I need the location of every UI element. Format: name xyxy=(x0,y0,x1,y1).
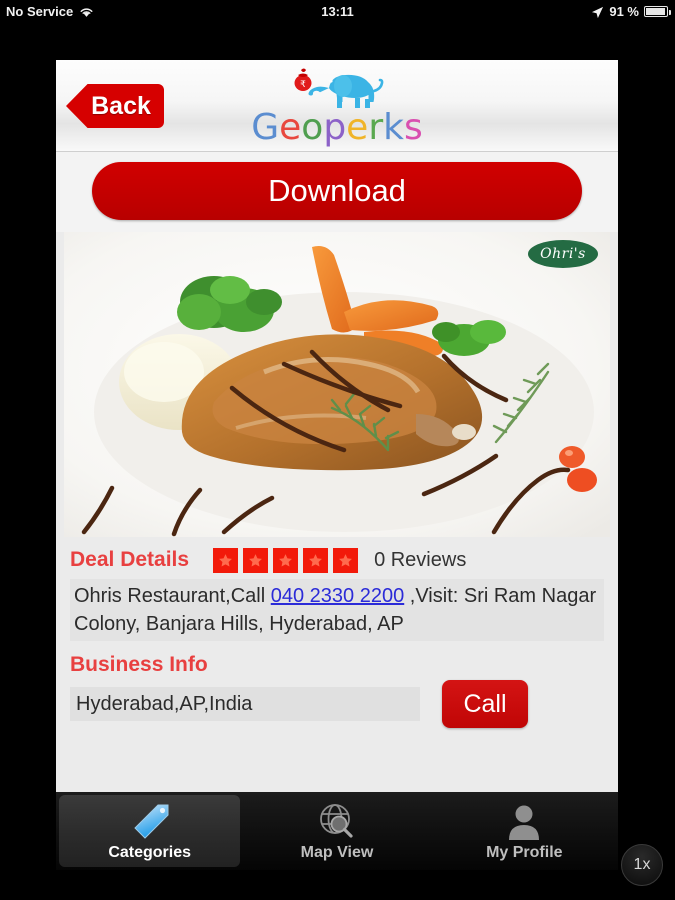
reviews-count-label: 0 Reviews xyxy=(374,548,467,571)
battery-icon xyxy=(644,5,671,17)
location-arrow-icon xyxy=(591,6,604,19)
ohris-brand-badge: Ohri's xyxy=(528,240,598,268)
clock-label: 13:11 xyxy=(321,3,354,19)
business-location-field: Hyderabad,AP,India xyxy=(70,687,420,721)
deal-details-header: Deal Details 0 Reviews xyxy=(70,543,604,577)
tag-icon xyxy=(128,800,172,842)
rating-stars[interactable] xyxy=(213,547,359,573)
battery-percent-label: 91 % xyxy=(609,3,639,19)
tab-label-my-profile: My Profile xyxy=(486,844,563,861)
food-image xyxy=(64,232,610,537)
zoom-scale-button[interactable]: 1x xyxy=(621,844,663,886)
person-icon xyxy=(502,800,546,842)
business-info-row: Hyderabad,AP,India Call xyxy=(70,680,604,728)
tab-label-map-view: Map View xyxy=(300,844,374,861)
tab-my-profile[interactable]: My Profile xyxy=(434,795,615,867)
business-info-title: Business Info xyxy=(70,653,208,676)
globe-search-icon xyxy=(315,800,359,842)
navigation-bar: Back ₹ Geoperks xyxy=(56,60,618,152)
deal-text-before: Ohris Restaurant,Call xyxy=(74,585,271,607)
wordmark-letter-5: r xyxy=(368,107,384,148)
phone-number-link[interactable]: 040 2330 2200 xyxy=(271,585,404,607)
star-icon[interactable] xyxy=(273,547,299,573)
download-section: Download xyxy=(56,152,618,232)
app-logo: ₹ Geoperks xyxy=(56,66,618,146)
download-button[interactable]: Download xyxy=(92,162,582,220)
tab-label-categories: Categories xyxy=(108,844,192,861)
app-window: Back ₹ Geoperks Download Ohri's Deal Det… xyxy=(56,60,618,870)
wordmark-letter-3: p xyxy=(323,107,347,148)
status-bar: No Service 13:11 91 % xyxy=(0,0,675,22)
star-icon[interactable] xyxy=(243,547,269,573)
wordmark-letter-6: k xyxy=(383,107,404,148)
wordmark: Geoperks xyxy=(251,110,423,146)
status-right: 91 % xyxy=(591,3,671,19)
deal-photo: Ohri's xyxy=(64,232,610,537)
deal-description: Ohris Restaurant,Call 040 2330 2200 ,Vis… xyxy=(70,579,604,641)
star-icon[interactable] xyxy=(303,547,329,573)
star-icon[interactable] xyxy=(213,547,239,573)
wordmark-letter-2: o xyxy=(301,107,324,148)
svg-text:₹: ₹ xyxy=(300,80,306,90)
deal-details-title: Deal Details xyxy=(70,548,190,571)
tab-map-view[interactable]: Map View xyxy=(246,795,427,867)
star-icon[interactable] xyxy=(333,547,359,573)
wordmark-letter-1: e xyxy=(279,107,302,148)
tab-categories[interactable]: Categories xyxy=(59,795,241,867)
wordmark-letter-7: s xyxy=(404,107,423,148)
tab-bar: Categories Map View My Profile xyxy=(56,792,618,870)
wordmark-letter-0: G xyxy=(251,107,280,148)
wordmark-letter-4: e xyxy=(346,107,369,148)
call-button[interactable]: Call xyxy=(442,680,528,728)
deal-details-section: Deal Details 0 Reviews Ohris Restaurant,… xyxy=(56,537,618,728)
